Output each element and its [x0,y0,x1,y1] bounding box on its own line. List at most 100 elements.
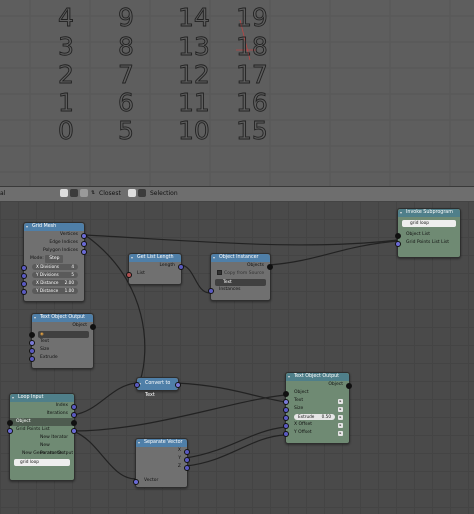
size-input-2[interactable]: Size ▸ [283,405,349,413]
text-object-18: 18 [236,32,268,61]
loop-name-field[interactable]: grid loop [10,458,74,466]
text-input-2[interactable]: Text ▸ [283,397,349,405]
x-divisions-row[interactable]: X Divisions 4 [21,263,84,271]
pivot-icon[interactable] [60,189,68,197]
socket-icon[interactable] [126,272,132,278]
wire-convert-to-text [176,382,286,403]
text-input: Text [29,338,93,346]
snap-mode-closest[interactable]: Closest [99,190,121,197]
dropdown-arrow-icon[interactable]: ⇅ [91,190,95,196]
y-offset-input[interactable]: Y Offset ▸ [283,429,349,437]
z-output: Z [136,463,190,471]
object-output-2: Object [286,381,352,389]
new-generator-output-button[interactable]: New Generator Output [10,450,74,458]
text-object-1: 1 [58,88,74,117]
invoke-subprogram-title: Invoke Subprogram [398,209,460,217]
loop-input-node[interactable]: Loop Input Index Iterations Object Grid … [7,393,77,481]
socket-icon[interactable] [395,241,401,247]
text-object-8: 8 [118,32,134,61]
grid-mesh-title: Grid Mesh [24,223,84,231]
index-output: Index [10,402,77,410]
extrude-input: Extrude [29,354,93,362]
viewport-header: al ⇅ Closest Selection [0,186,474,202]
separate-vector-node[interactable]: Separate Vector X Y Z Vector [133,438,190,488]
y-divisions-row[interactable]: Y Divisions 5 [21,271,84,279]
socket-icon[interactable] [184,465,190,471]
socket-icon[interactable] [208,288,214,294]
vertices-output: Vertices [24,231,87,239]
text-object-9: 9 [118,3,134,32]
text-object-12: 12 [178,60,210,89]
text-object-4: 4 [58,3,74,32]
socket-icon[interactable] [133,479,139,485]
text-object-output-title-2: Text Object Output [286,373,349,381]
y-distance-row[interactable]: Y Distance 1.00 [21,287,84,295]
wire-vertices-to-grid-points [84,234,399,246]
grid-mesh-node[interactable]: Grid Mesh Vertices Edge Indices Polygon … [21,222,87,302]
socket-icon[interactable] [134,382,140,388]
wire-y-to-y-offset [185,434,286,467]
new-parameter-button[interactable]: New Parameter [10,442,74,456]
text-object-10: 10 [178,116,210,145]
convert-to-text-title: Convert to Text [137,378,178,398]
text-object-6: 6 [118,88,134,117]
object-icon: ◉ [40,331,44,337]
x-distance-row[interactable]: X Distance 2.00 [21,279,84,287]
text-object-0: 0 [58,116,74,145]
text-object-output-title-1: Text Object Output [32,314,93,322]
polygon-indices-output: Polygon Indices [24,247,87,255]
type-select[interactable]: Text [211,278,270,286]
x-output: X [136,447,190,455]
camera-icon[interactable] [138,189,146,197]
program-select[interactable]: grid loop [398,217,460,231]
grid-points-list-parameter[interactable]: Grid Points List [7,426,77,434]
mode-select: Step [45,255,64,263]
selection-menu[interactable]: Selection [150,190,178,197]
header-left-label: al [0,190,6,197]
list-input: List [126,270,181,278]
invoke-subprogram-node[interactable]: Invoke Subprogram grid loop Object List … [395,208,461,258]
get-list-length-node[interactable]: Get List Length Length List [126,253,184,285]
snap-target-icon[interactable] [80,189,88,197]
object-instancer-node[interactable]: Object Instancer Objects Copy from Sourc… [208,253,273,301]
text-object-11: 11 [178,88,210,117]
y-output: Y [136,455,190,463]
object-field[interactable]: ◉ [29,330,93,338]
text-object-output-node-2[interactable]: Text Object Output Object Object Text▸ S… [283,372,352,444]
copy-from-source-row[interactable]: Copy from Source [211,270,270,278]
text-object-14: 14 [178,3,210,32]
node-editor[interactable]: Grid Mesh Vertices Edge Indices Polygon … [0,201,474,514]
text-object-7: 7 [118,60,134,89]
socket-icon[interactable] [175,382,181,388]
text-object-output-node-1[interactable]: Text Object Output Object ◉ Text Size Ex… [29,313,96,369]
x-offset-input[interactable]: X Offset ▸ [283,421,349,429]
new-iterator-button[interactable]: New Iterator [10,434,74,442]
3d-viewport[interactable]: 4 9 14 19 3 8 13 18 2 7 12 17 1 6 11 16 … [0,0,474,186]
vector-input: Vector [133,477,187,485]
text-object-5: 5 [118,116,134,145]
iterations-output: Iterations [10,410,77,418]
object-list-input: Object List [395,231,460,239]
length-output: Length [129,262,184,270]
convert-to-text-node[interactable]: Convert to Text [134,377,181,398]
wire-x-to-x-offset [185,426,286,459]
text-object-2: 2 [58,60,74,89]
size-input: Size [29,346,93,354]
mode-row[interactable]: Mode: Step [24,255,84,263]
toggle-icon: ▸ [338,422,343,428]
wire-points-to-vector [72,430,137,480]
grid-points-list-input: Grid Points List List [395,239,460,247]
render-icon[interactable] [128,189,136,197]
toggle-icon: ▸ [338,398,343,404]
wire-length-to-instances [179,264,211,294]
text-object-17: 17 [236,60,268,89]
text-object-19: 19 [236,3,268,32]
loop-input-title: Loop Input [10,394,74,402]
object-parameter[interactable]: Object [7,418,77,426]
objects-output: Objects [211,262,273,270]
wire-object-to-text-object [72,394,286,432]
text-object-3: 3 [58,32,74,61]
snap-toggle-icon[interactable] [70,189,78,197]
text-object-16: 16 [236,88,268,117]
extrude-field-2[interactable]: Extrude 0.50 ▸ [283,413,349,421]
